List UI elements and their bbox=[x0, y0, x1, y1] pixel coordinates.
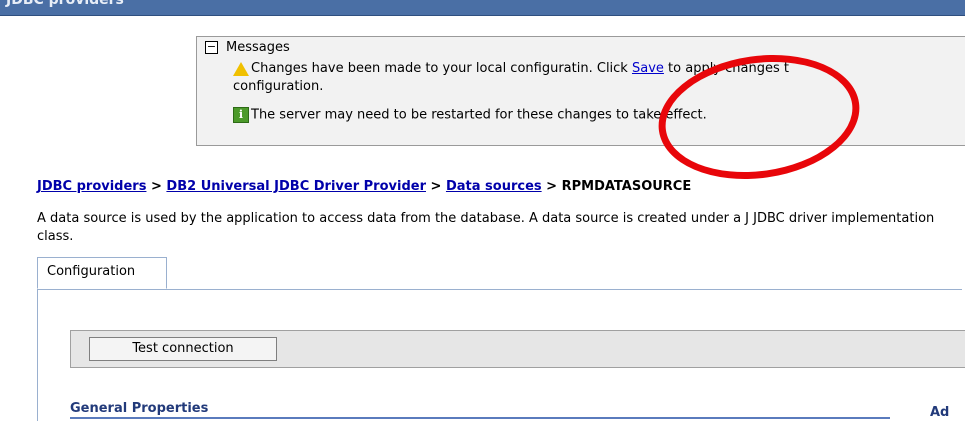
additional-properties-heading: Ad bbox=[930, 405, 950, 420]
breadcrumb-separator: > bbox=[430, 179, 442, 194]
breadcrumb-data-sources[interactable]: Data sources bbox=[446, 179, 542, 194]
breadcrumb: JDBC providers > DB2 Universal JDBC Driv… bbox=[37, 179, 691, 194]
save-link[interactable]: Save bbox=[632, 61, 664, 76]
collapse-toggle-icon[interactable]: − bbox=[205, 41, 218, 54]
tab-configuration[interactable]: Configuration bbox=[37, 257, 167, 289]
breadcrumb-separator: > bbox=[546, 179, 558, 194]
breadcrumb-jdbc-providers[interactable]: JDBC providers bbox=[37, 179, 146, 194]
messages-panel: − Messages Changes have been made to you… bbox=[196, 36, 965, 146]
messages-title: Messages bbox=[226, 40, 290, 55]
test-connection-button[interactable]: Test connection bbox=[89, 337, 277, 361]
warning-message-line2: configuration. bbox=[233, 79, 324, 94]
section-divider bbox=[70, 417, 890, 419]
warning-message: Changes have been made to your local con… bbox=[233, 61, 789, 76]
warning-icon bbox=[233, 61, 249, 76]
general-properties-heading: General Properties bbox=[70, 401, 209, 416]
info-icon: i bbox=[233, 107, 249, 123]
title-bar: JDBC providers bbox=[0, 0, 965, 16]
window-title: JDBC providers bbox=[6, 0, 124, 8]
button-bar: Test connection bbox=[70, 330, 965, 368]
page-description: A data source is used by the application… bbox=[37, 211, 935, 244]
breadcrumb-current: RPMDATASOURCE bbox=[561, 179, 692, 194]
info-message: i The server may need to be restarted for… bbox=[233, 107, 707, 123]
tab-bar: Configuration bbox=[37, 257, 962, 290]
breadcrumb-separator: > bbox=[150, 179, 162, 194]
breadcrumb-db2-provider[interactable]: DB2 Universal JDBC Driver Provider bbox=[166, 179, 426, 194]
